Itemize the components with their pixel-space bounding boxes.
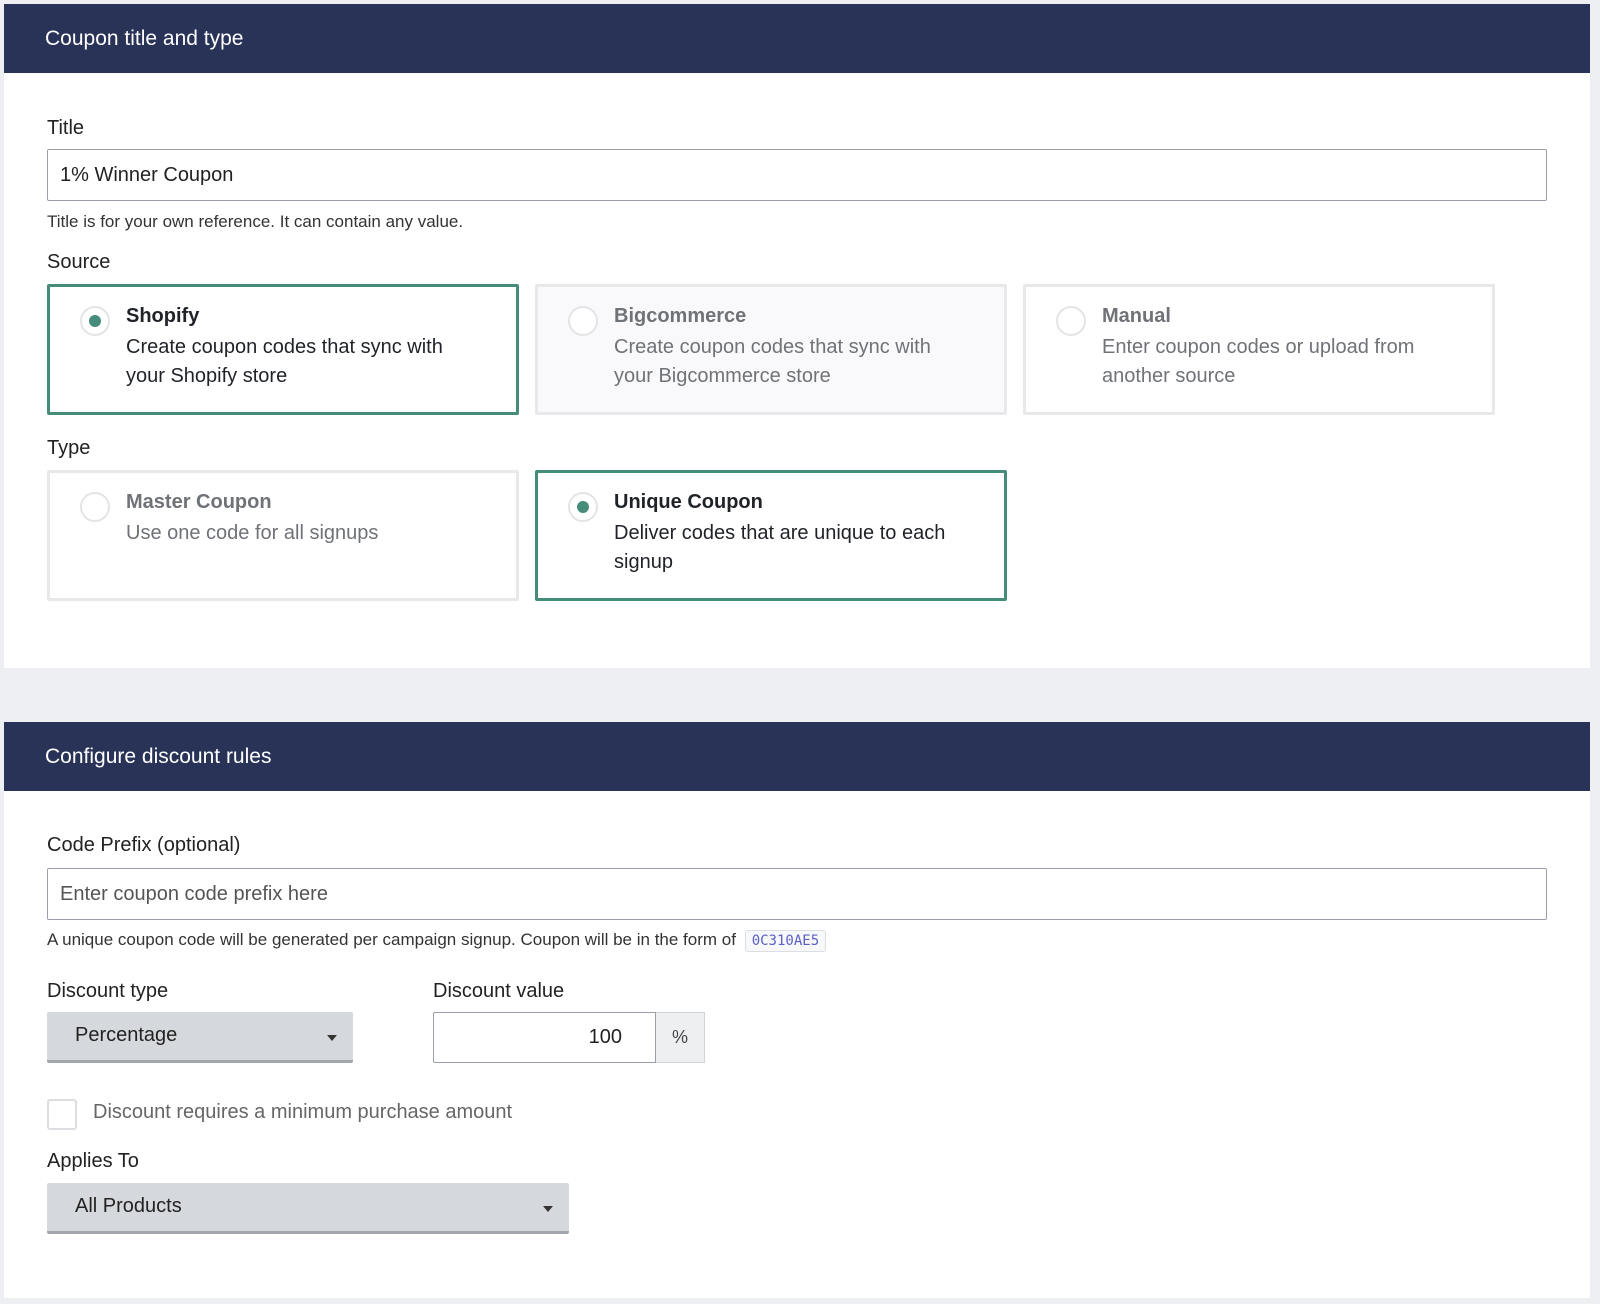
title-input[interactable] <box>47 149 1547 201</box>
section-header: Configure discount rules <box>4 722 1590 791</box>
discount-value-label: Discount value <box>433 980 565 1002</box>
option-title: Unique Coupon <box>614 491 763 513</box>
discount-type-label: Discount type <box>47 980 169 1002</box>
section-header: Coupon title and type <box>4 4 1590 73</box>
option-description: Create coupon codes that sync with your … <box>126 336 443 387</box>
source-label: Source <box>47 251 111 273</box>
option-title: Bigcommerce <box>614 305 747 327</box>
applies-to-select[interactable]: All Products <box>47 1183 569 1234</box>
option-title: Master Coupon <box>126 491 272 513</box>
code-prefix-help: A unique coupon code will be generated p… <box>47 930 827 952</box>
option-title: Manual <box>1102 305 1171 327</box>
title-label: Title <box>47 117 85 139</box>
percent-suffix: % <box>656 1012 705 1063</box>
option-description: Use one code for all signups <box>126 522 379 544</box>
coupon-title-type-panel: Coupon title and type Title Title is for… <box>4 4 1590 668</box>
source-option-shopify[interactable]: Shopify Create coupon codes that sync wi… <box>47 284 519 415</box>
code-prefix-input[interactable] <box>47 868 1547 920</box>
radio-unselected-icon[interactable] <box>1056 306 1086 336</box>
option-description: Deliver codes that are unique to each si… <box>614 522 946 573</box>
code-prefix-help-text: A unique coupon code will be generated p… <box>47 930 736 949</box>
source-option-manual[interactable]: Manual Enter coupon codes or upload from… <box>1023 284 1495 415</box>
selected-value: Percentage <box>75 1024 178 1046</box>
radio-selected-icon[interactable] <box>568 492 598 522</box>
discount-value-input[interactable] <box>433 1012 656 1063</box>
option-title: Shopify <box>126 305 200 327</box>
type-label: Type <box>47 437 91 459</box>
title-help-text: Title is for your own reference. It can … <box>47 212 464 231</box>
radio-unselected-icon[interactable] <box>568 306 598 336</box>
radio-unselected-icon[interactable] <box>80 492 110 522</box>
source-option-bigcommerce[interactable]: Bigcommerce Create coupon codes that syn… <box>535 284 1007 415</box>
option-description: Enter coupon codes or upload from anothe… <box>1102 336 1415 387</box>
radio-selected-icon[interactable] <box>80 306 110 336</box>
caret-down-icon <box>543 1206 553 1212</box>
discount-rules-panel: Configure discount rules Code Prefix (op… <box>4 722 1590 1298</box>
code-prefix-label: Code Prefix (optional) <box>47 834 241 856</box>
applies-to-label: Applies To <box>47 1150 139 1172</box>
type-option-master-coupon[interactable]: Master Coupon Use one code for all signu… <box>47 470 519 601</box>
selected-value: All Products <box>75 1195 182 1217</box>
code-example-chip: 0C310AE5 <box>744 930 827 952</box>
option-description: Create coupon codes that sync with your … <box>614 336 931 387</box>
discount-type-select[interactable]: Percentage <box>47 1012 353 1063</box>
min-purchase-checkbox[interactable] <box>47 1099 77 1130</box>
caret-down-icon <box>327 1035 337 1041</box>
min-purchase-label[interactable]: Discount requires a minimum purchase amo… <box>93 1101 512 1124</box>
type-option-unique-coupon[interactable]: Unique Coupon Deliver codes that are uni… <box>535 470 1007 601</box>
